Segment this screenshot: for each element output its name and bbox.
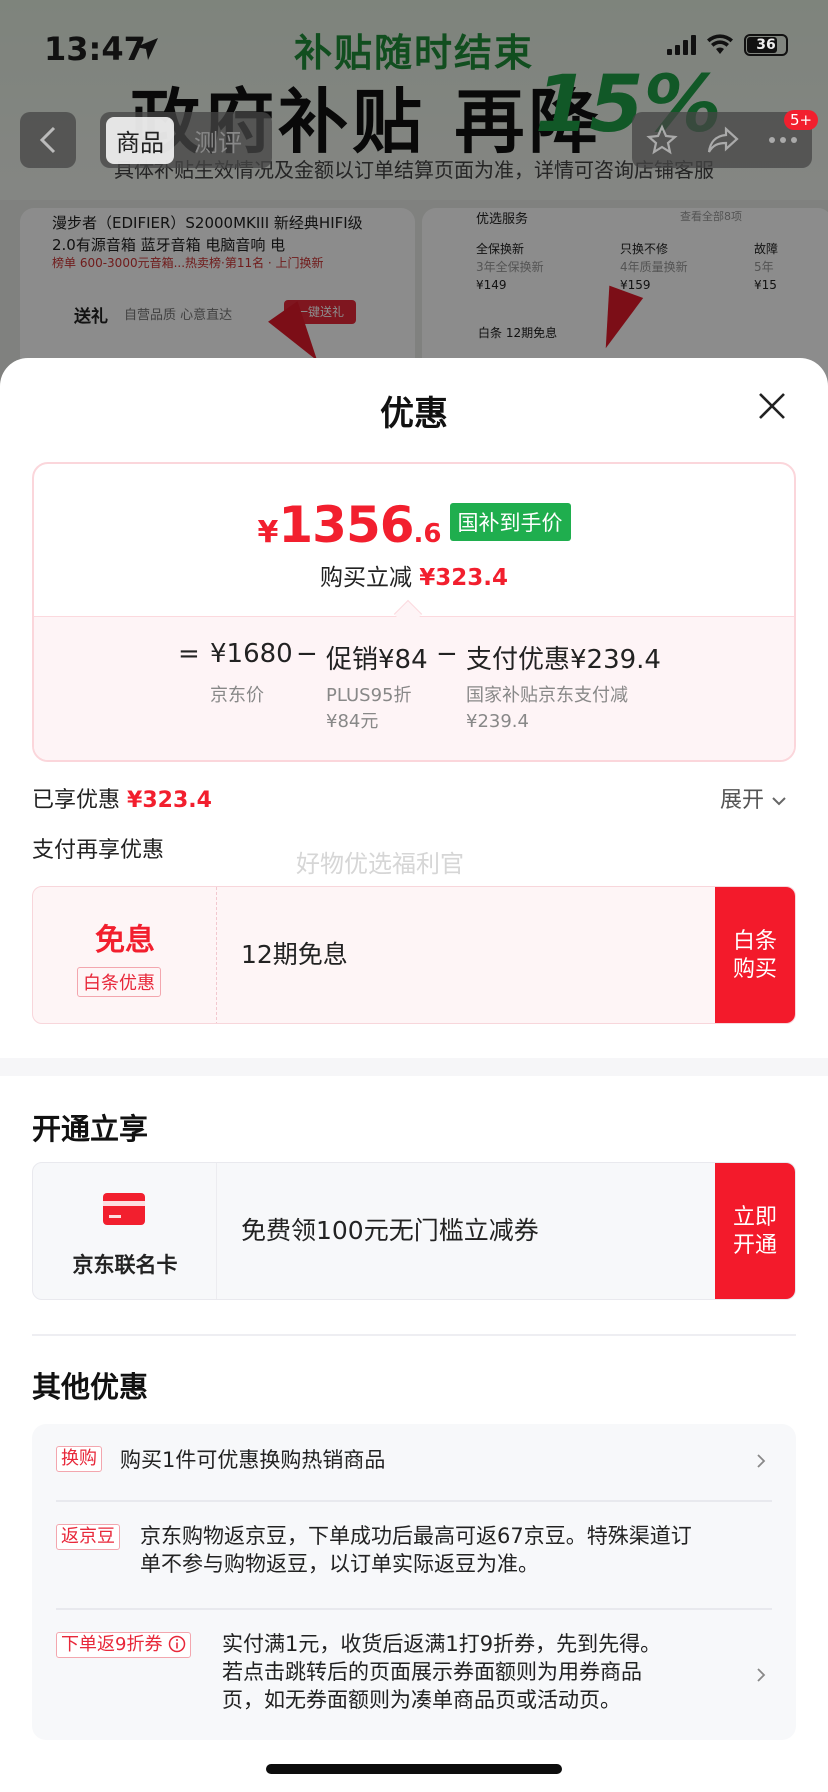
chevron-right-icon [757,1454,766,1468]
jd-card-badge: 京东联名卡 [33,1163,217,1299]
final-price: ¥1356.6 国补到手价 [34,496,794,554]
payment-discount: 支付优惠¥239.4 [466,645,661,675]
close-icon[interactable] [756,390,788,422]
baitiao-tag: 白条优惠 [77,967,161,997]
baitiao-buy-button[interactable]: 白条 购买 [715,887,795,1023]
pay-more-title: 支付再享优惠 [32,838,165,863]
baitiao-offer-text: 12期免息 [241,940,348,969]
status-indicators: 36 [667,34,788,56]
interest-free-label: 免息 [95,923,155,958]
chevron-down-icon [772,797,786,806]
promo-detail: PLUS95折 ¥84元 [326,685,412,732]
more-icon[interactable] [768,136,798,144]
other-section-title: 其他优惠 [32,1370,149,1404]
info-icon[interactable] [168,1635,186,1653]
currency-symbol: ¥ [257,515,279,550]
message-badge: 5+ [784,110,819,130]
minus-sign: − [296,639,318,669]
section-divider [0,1058,828,1076]
star-icon[interactable] [646,124,678,156]
price-summary-card: ¥1356.6 国补到手价 购买立减 ¥323.4 = ¥1680 − 促销¥84… [32,462,796,762]
home-indicator[interactable] [266,1764,562,1774]
other-offers-list: 换购 购买1件可优惠换购热销商品 返京豆 京东购物返京豆，下单成功后最高可返67… [32,1424,796,1740]
offer-text: 购买1件可优惠换购热销商品 [120,1448,386,1472]
price-integer: 1356 [278,496,414,554]
enjoyed-label: 已享优惠 [32,788,121,813]
subsidy-price-tag: 国补到手价 [449,503,571,541]
reduction-label: 购买立减 [319,565,412,591]
offer-tag: 下单返9折券 [56,1632,192,1658]
minus-sign: − [436,639,458,669]
jd-price: ¥1680 [210,639,293,669]
watermark: 好物优选福利官 [296,850,464,878]
open-section-title: 开通立享 [32,1112,149,1146]
expand-label: 展开 [720,788,765,813]
back-button[interactable] [20,112,76,168]
offer-text: 京东购物返京豆，下单成功后最高可返67京豆。特殊渠道订 单不参与购物返豆，以订单实… [140,1524,692,1576]
nav-tabs: 商品 测评 [100,112,272,168]
tab-product[interactable]: 商品 [106,116,174,164]
chevron-right-icon [757,1668,766,1682]
offer-tag: 返京豆 [56,1524,120,1550]
instant-reduction: 购买立减 ¥323.4 [34,558,794,592]
jd-card-offer-text: 免费领100元无门槛立减券 [241,1216,539,1245]
list-item: 返京豆 京东购物返京豆，下单成功后最高可返67京豆。特殊渠道订 单不参与购物返豆，… [32,1500,796,1608]
price-decimal: .6 [413,519,442,549]
expand-toggle[interactable]: 展开 [720,782,787,814]
credit-card-icon [103,1193,145,1225]
promo-discount: 促销¥84 [326,645,428,675]
divider [32,1334,796,1336]
price-breakdown: = ¥1680 − 促销¥84 − 支付优惠¥239.4 京东价 PLUS95折… [34,616,794,760]
enjoyed-amount: ¥323.4 [127,788,212,813]
reduction-amount: ¥323.4 [419,565,509,591]
baitiao-badge: 免息 白条优惠 [33,887,217,1023]
status-time: 13:47 [44,30,146,68]
tab-review[interactable]: 测评 [184,117,252,164]
chevron-left-icon [39,126,56,154]
list-item[interactable]: 下单返9折券 实付满1元，收货后返满1打9折券，先到先得。 若点击跳转后的页面展示… [32,1608,796,1740]
battery-icon: 36 [744,34,788,56]
list-item[interactable]: 换购 购买1件可优惠换购热销商品 [32,1424,796,1500]
offer-text: 实付满1元，收货后返满1打9折券，先到先得。 若点击跳转后的页面展示券面额则为用券… [222,1632,662,1712]
open-now-button[interactable]: 立即 开通 [715,1163,795,1299]
discount-sheet: 优惠 ¥1356.6 国补到手价 购买立减 ¥323.4 = ¥1680 − 促销… [0,358,828,1792]
sheet-title: 优惠 [380,394,448,434]
jd-price-label: 京东价 [210,685,264,706]
location-arrow-icon [136,38,158,60]
jd-card-name: 京东联名卡 [72,1253,178,1277]
offer-tag: 换购 [56,1446,102,1472]
enjoyed-discount: 已享优惠 ¥323.4 [32,782,212,814]
baitiao-card[interactable]: 免息 白条优惠 12期免息 白条 购买 [32,886,796,1024]
cellular-signal-icon [667,35,696,55]
payment-detail: 国家补贴京东支付减 ¥239.4 [466,685,628,732]
share-icon[interactable] [706,125,740,155]
wifi-icon [707,34,733,54]
equals-sign: = [178,639,200,669]
jd-card-offer[interactable]: 京东联名卡 免费领100元无门槛立减券 立即 开通 [32,1162,796,1300]
